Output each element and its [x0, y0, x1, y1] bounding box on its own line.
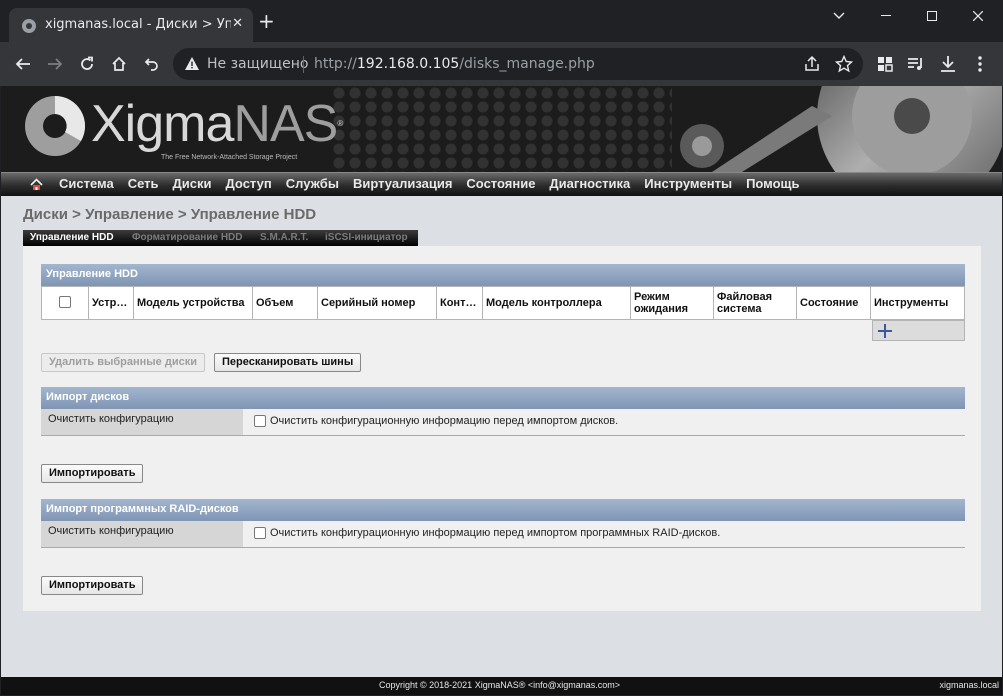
delete-selected-disks-button[interactable]: Удалить выбранные диски	[41, 353, 205, 372]
browser-tabbar: xigmanas.local - Диски > Управление ✕ +	[0, 0, 1003, 42]
footer-hostname: xigmanas.local	[939, 680, 999, 690]
tools-cell	[872, 320, 965, 341]
media-queue-icon[interactable]	[906, 54, 926, 74]
clear-config-text[interactable]: Очистить конфигурационную информацию пер…	[270, 415, 618, 427]
select-all-checkbox[interactable]	[59, 295, 71, 308]
col-controller[interactable]: Конт…	[436, 286, 483, 320]
home-icon[interactable]	[30, 178, 43, 191]
not-secure-label[interactable]: Не защищено	[207, 56, 308, 72]
warning-icon[interactable]	[184, 56, 200, 72]
address-bar[interactable]: Не защищено http://192.168.0.105/disks_m…	[173, 48, 863, 80]
forward-icon[interactable]	[43, 52, 67, 76]
hard-drive-image	[672, 86, 1002, 172]
minimize-icon[interactable]	[863, 0, 909, 32]
omnibox-divider	[303, 56, 304, 73]
col-device-model[interactable]: Модель устройства	[133, 286, 253, 320]
xigmanas-favicon-icon	[22, 19, 36, 33]
add-disk-icon[interactable]	[877, 323, 893, 339]
chevron-down-icon[interactable]	[816, 0, 862, 32]
hdd-section-header: Управление HDD	[41, 264, 965, 286]
menu-services[interactable]: Службы	[286, 176, 339, 191]
rescan-buses-button[interactable]: Пересканировать шины	[214, 353, 362, 372]
import-raid-row: Очистить конфигурацию Очистить конфигура…	[41, 521, 965, 548]
clear-raid-config-text[interactable]: Очистить конфигурационную информацию пер…	[270, 527, 720, 539]
menu-diagnostics[interactable]: Диагностика	[549, 176, 630, 191]
extensions-icon[interactable]	[875, 54, 895, 74]
menu-network[interactable]: Сеть	[128, 176, 159, 191]
import-disks-label: Очистить конфигурацию	[41, 409, 243, 435]
col-controller-model[interactable]: Модель контроллера	[482, 286, 631, 320]
col-filesystem[interactable]: Файловая система	[713, 286, 797, 320]
menu-help[interactable]: Помощь	[746, 176, 799, 191]
bookmark-star-icon[interactable]	[835, 55, 853, 73]
reload-icon[interactable]	[75, 52, 99, 76]
import-raid-label: Очистить конфигурацию	[41, 521, 243, 547]
logo-wordmark: XigmaNAS®	[91, 95, 343, 153]
url-text[interactable]: http://192.168.0.105/disks_manage.php	[314, 56, 595, 72]
clear-config-checkbox[interactable]	[254, 415, 266, 427]
browser-toolbar: Не защищено http://192.168.0.105/disks_m…	[0, 42, 1003, 86]
col-device[interactable]: Устр…	[88, 286, 134, 320]
site-header: XigmaNAS® The Free Network-Attached Stor…	[1, 86, 1002, 172]
import-raid-header: Импорт программных RAID-дисков	[41, 499, 965, 521]
share-icon[interactable]	[803, 55, 821, 73]
hex-pattern	[331, 86, 691, 172]
menu-system[interactable]: Система	[59, 176, 114, 191]
content-panel: Управление HDD Устр… Модель устройства О…	[23, 246, 981, 611]
menu-virtualization[interactable]: Виртуализация	[353, 176, 452, 191]
menu-access[interactable]: Доступ	[226, 176, 272, 191]
menu-disks[interactable]: Диски	[173, 176, 212, 191]
page-footer: Copyright © 2018-2021 XigmaNAS® <info@xi…	[1, 677, 1002, 695]
logo-tagline: The Free Network-Attached Storage Projec…	[161, 154, 298, 161]
home-icon[interactable]	[107, 52, 131, 76]
col-standby[interactable]: Режим ожидания	[630, 286, 714, 320]
disk-table: Устр… Модель устройства Объем Серийный н…	[41, 286, 965, 320]
undo-icon[interactable]	[139, 52, 163, 76]
page-viewport: XigmaNAS® The Free Network-Attached Stor…	[1, 86, 1002, 695]
col-size[interactable]: Объем	[252, 286, 318, 320]
close-window-icon[interactable]	[955, 0, 1001, 32]
menu-tools[interactable]: Инструменты	[644, 176, 732, 191]
new-tab-icon[interactable]: +	[258, 11, 275, 31]
tab-hdd-management[interactable]: Управление HDD	[30, 232, 114, 243]
import-disks-button[interactable]: Импортировать	[41, 464, 144, 483]
menu-status[interactable]: Состояние	[466, 176, 535, 191]
breadcrumb: Диски > Управление > Управление HDD	[23, 206, 317, 223]
browser-tab[interactable]: xigmanas.local - Диски > Управление ✕	[9, 8, 253, 42]
main-menu: Система Сеть Диски Доступ Службы Виртуал…	[1, 172, 1002, 196]
col-serial-number[interactable]: Серийный номер	[317, 286, 437, 320]
xigmanas-logo[interactable]: XigmaNAS® The Free Network-Attached Stor…	[21, 92, 343, 166]
tab-hdd-format[interactable]: Форматирование HDD	[132, 232, 242, 243]
import-disks-header: Импорт дисков	[41, 387, 965, 409]
subtab-bar: Управление HDD Форматирование HDD S.M.A.…	[23, 230, 418, 246]
menu-dots-icon[interactable]	[970, 54, 990, 74]
maximize-icon[interactable]	[909, 0, 955, 32]
tab-title: xigmanas.local - Диски > Управление	[45, 17, 231, 32]
disk-table-header: Устр… Модель устройства Объем Серийный н…	[41, 286, 965, 320]
logo-disc-icon	[25, 95, 86, 156]
import-disks-row: Очистить конфигурацию Очистить конфигура…	[41, 409, 965, 436]
col-tools: Инструменты	[870, 286, 965, 320]
select-all-cell	[41, 286, 89, 320]
tab-iscsi-initiator[interactable]: iSCSI-инициатор	[325, 232, 408, 243]
tab-close-icon[interactable]: ✕	[232, 16, 243, 31]
import-raid-button[interactable]: Импортировать	[41, 576, 144, 595]
download-icon[interactable]	[938, 54, 958, 74]
tab-smart[interactable]: S.M.A.R.T.	[260, 232, 308, 243]
back-icon[interactable]	[11, 52, 35, 76]
clear-raid-config-checkbox[interactable]	[254, 527, 266, 539]
col-status[interactable]: Состояние	[796, 286, 871, 320]
footer-copyright[interactable]: Copyright © 2018-2021 XigmaNAS® <info@xi…	[379, 680, 620, 690]
